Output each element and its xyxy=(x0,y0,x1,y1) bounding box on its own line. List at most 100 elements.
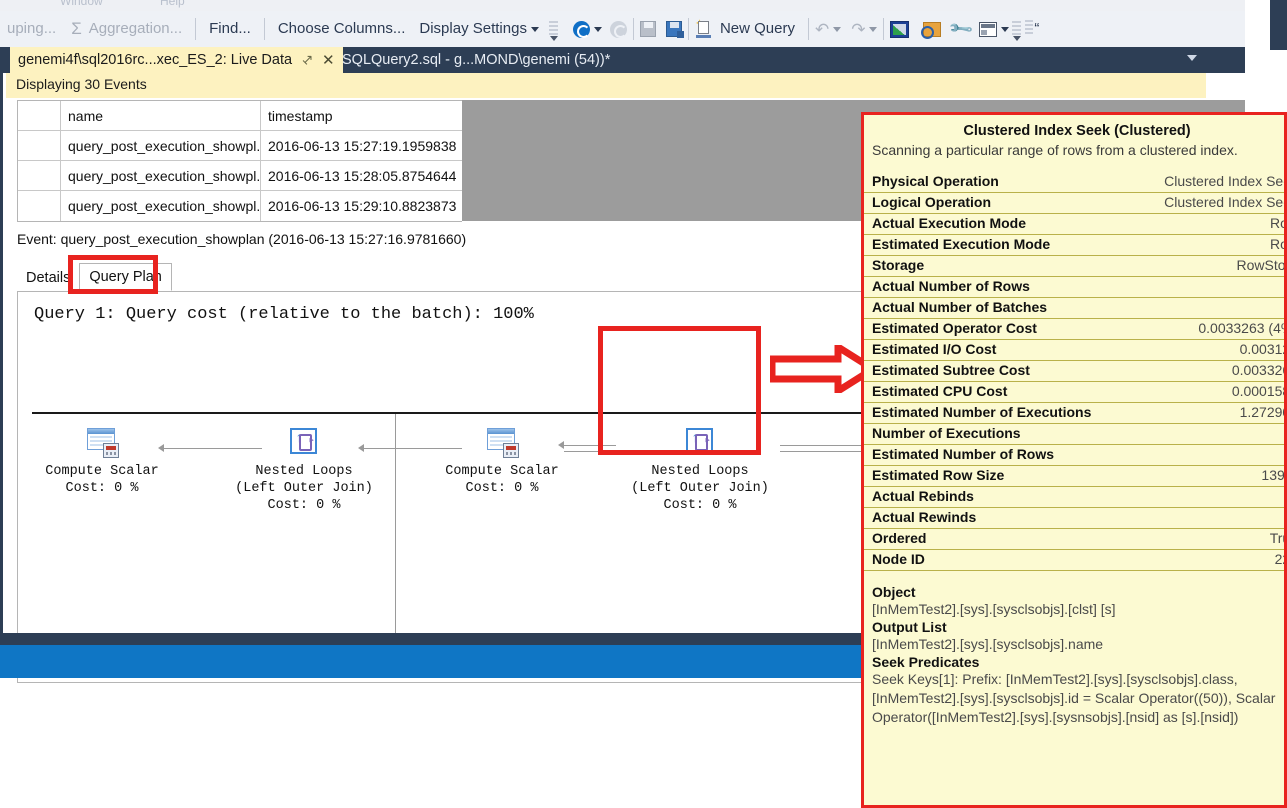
folder-search-icon[interactable] xyxy=(923,22,941,37)
tab-sqlquery2[interactable]: SQLQuery2.sql - g...MOND\genemi (54))* xyxy=(334,47,618,73)
callout-arrow-icon xyxy=(770,345,875,393)
chevron-down-icon xyxy=(531,27,539,32)
tooltip-seek-predicates-value: Seek Keys[1]: Prefix: [InMemTest2].[sys]… xyxy=(872,670,1284,727)
property-key: Actual Rewinds xyxy=(872,509,976,525)
chevron-down-icon[interactable] xyxy=(833,27,841,32)
save-all-icon[interactable] xyxy=(666,21,682,37)
property-key: Estimated Row Size xyxy=(872,467,1004,483)
plan-title: Query 1: Query cost (relative to the bat… xyxy=(34,305,534,324)
grid-header-name[interactable]: name xyxy=(61,101,261,130)
grid-header-timestamp[interactable]: timestamp xyxy=(261,101,461,130)
property-key: Actual Number of Batches xyxy=(872,299,1047,315)
undo-icon[interactable]: ↶ xyxy=(815,21,829,38)
tooltip-property-row: Physical OperationClustered Index Seek xyxy=(864,172,1287,193)
tooltip-property-row: Logical OperationClustered Index Seek xyxy=(864,193,1287,214)
property-value: Clustered Index Seek xyxy=(1152,173,1287,189)
property-value: Clustered Index Seek xyxy=(1152,194,1287,210)
property-value: 1 xyxy=(1278,425,1287,441)
property-key: Node ID xyxy=(872,551,925,567)
tooltip-property-row: Estimated Number of Executions1.272901 xyxy=(864,403,1287,424)
toolbar-display-settings-button[interactable]: Display Settings xyxy=(412,11,546,47)
property-key: Estimated I/O Cost xyxy=(872,341,996,357)
refresh-icon[interactable] xyxy=(573,21,590,38)
table-row[interactable]: query_post_execution_showpl... 2016-06-1… xyxy=(18,131,462,161)
property-value: True xyxy=(1258,530,1287,546)
plan-node-cost: Cost: 0 % xyxy=(422,480,582,497)
stop-icon xyxy=(610,21,627,38)
save-icon[interactable] xyxy=(640,21,656,37)
grid-header-selector xyxy=(18,101,61,130)
table-row[interactable]: query_post_execution_showpl... 2016-06-1… xyxy=(18,191,462,221)
property-key: Estimated Subtree Cost xyxy=(872,362,1030,378)
tooltip-property-row: Estimated Number of Rows1 xyxy=(864,445,1287,466)
close-icon[interactable]: ✕ xyxy=(322,51,335,69)
property-value: Row xyxy=(1258,236,1287,252)
tooltip-property-row: Estimated Operator Cost0.0033263 (4%) xyxy=(864,319,1287,340)
tooltip-property-row: Ordered True xyxy=(864,529,1287,550)
tooltip-property-row: Estimated I/O Cost0.003125 xyxy=(864,340,1287,361)
plan-node-label: Nested Loops xyxy=(218,463,390,480)
nested-loops-node-highlight xyxy=(598,326,761,455)
toolbar-find-button[interactable]: Find... xyxy=(202,11,258,47)
redo-icon[interactable]: ↷ xyxy=(851,21,865,38)
plan-node-label: Compute Scalar xyxy=(22,463,182,480)
menu-bar[interactable]: Window Help xyxy=(0,0,1245,11)
tab-sqlquery2-label: SQLQuery2.sql - g...MOND\genemi (54))* xyxy=(342,52,610,68)
tab-live-data-label: genemi4f\sql2016rc...xec_ES_2: Live Data xyxy=(18,52,292,68)
tooltip-property-row: Actual Rewinds0 xyxy=(864,508,1287,529)
menu-item-help[interactable]: Help xyxy=(160,0,185,8)
tab-live-data[interactable]: genemi4f\sql2016rc...xec_ES_2: Live Data… xyxy=(10,47,343,73)
compute-scalar-icon xyxy=(485,428,519,458)
toolbar-grouping-button[interactable]: uping... xyxy=(0,11,63,47)
plan-node-label: Nested Loops xyxy=(614,463,786,480)
tooltip-description: Scanning a particular range of rows from… xyxy=(864,142,1287,158)
grid-icon[interactable] xyxy=(979,22,997,37)
tooltip-object-key: Object xyxy=(872,584,1284,600)
property-value: 228 xyxy=(1263,551,1287,567)
new-query-button[interactable]: New Query xyxy=(713,11,802,47)
overflow-icon[interactable] xyxy=(548,17,561,41)
cell-timestamp: 2016-06-13 15:27:19.1959838 xyxy=(261,131,461,160)
dots-icon[interactable] xyxy=(1024,17,1034,41)
row-selector[interactable] xyxy=(18,131,61,160)
row-selector[interactable] xyxy=(18,161,61,190)
events-grid[interactable]: name timestamp query_post_execution_show… xyxy=(17,100,462,222)
property-key: Estimated Number of Rows xyxy=(872,446,1054,462)
quote-icon[interactable]: “ xyxy=(1034,24,1039,34)
tooltip-property-row: Node ID 228 xyxy=(864,550,1287,571)
property-value: 0.0001581 xyxy=(1220,383,1287,399)
overflow-icon[interactable] xyxy=(1011,17,1024,41)
display-settings-label: Display Settings xyxy=(419,20,527,37)
table-row[interactable]: query_post_execution_showpl... 2016-06-1… xyxy=(18,161,462,191)
plan-node-nested-loops-1[interactable]: ↑▸ Nested Loops (Left Outer Join) Cost: … xyxy=(218,428,390,514)
toolbar-separator xyxy=(195,18,196,40)
menu-item-window[interactable]: Window xyxy=(60,0,103,8)
chevron-down-icon[interactable] xyxy=(869,27,877,32)
cell-timestamp: 2016-06-13 15:28:05.8754644 xyxy=(261,161,461,190)
toolbar-choose-columns-button[interactable]: Choose Columns... xyxy=(271,11,413,47)
activity-monitor-icon[interactable] xyxy=(890,21,909,38)
chevron-down-icon[interactable] xyxy=(594,27,602,32)
row-selector[interactable] xyxy=(18,191,61,221)
tab-query-plan[interactable]: Query Plan xyxy=(79,263,172,291)
tab-details[interactable]: Details xyxy=(17,265,79,291)
wrench-icon[interactable]: 🔧 xyxy=(947,15,975,43)
property-key: Estimated Execution Mode xyxy=(872,236,1050,252)
plan-node-compute-scalar-2[interactable]: Compute Scalar Cost: 0 % xyxy=(422,428,582,497)
nested-loops-icon: ↑▸ xyxy=(287,428,321,458)
tooltip-property-row: Number of Executions1 xyxy=(864,424,1287,445)
document-tab-strip: genemi4f\sql2016rc...xec_ES_2: Live Data… xyxy=(0,47,1245,73)
pin-icon[interactable]: ↥ xyxy=(298,50,317,69)
tab-overflow-chevron-icon[interactable] xyxy=(1187,55,1197,61)
tooltip-seek-predicates-key: Seek Predicates xyxy=(872,654,1284,670)
property-key: Ordered xyxy=(872,530,926,546)
tooltip-property-row: Estimated Row Size139 B xyxy=(864,466,1287,487)
plan-node-compute-scalar-1[interactable]: Compute Scalar Cost: 0 % xyxy=(22,428,182,497)
property-key: Actual Execution Mode xyxy=(872,215,1026,231)
new-query-icon[interactable]: ✦ xyxy=(695,20,713,38)
chevron-down-icon[interactable] xyxy=(1001,27,1009,32)
property-value: RowStore xyxy=(1225,257,1287,273)
toolbar-separator xyxy=(264,18,265,40)
tooltip-object-block: Object [InMemTest2].[sys].[sysclsobjs].[… xyxy=(864,584,1287,727)
toolbar-aggregation-button[interactable]: Aggregation... xyxy=(82,11,189,47)
